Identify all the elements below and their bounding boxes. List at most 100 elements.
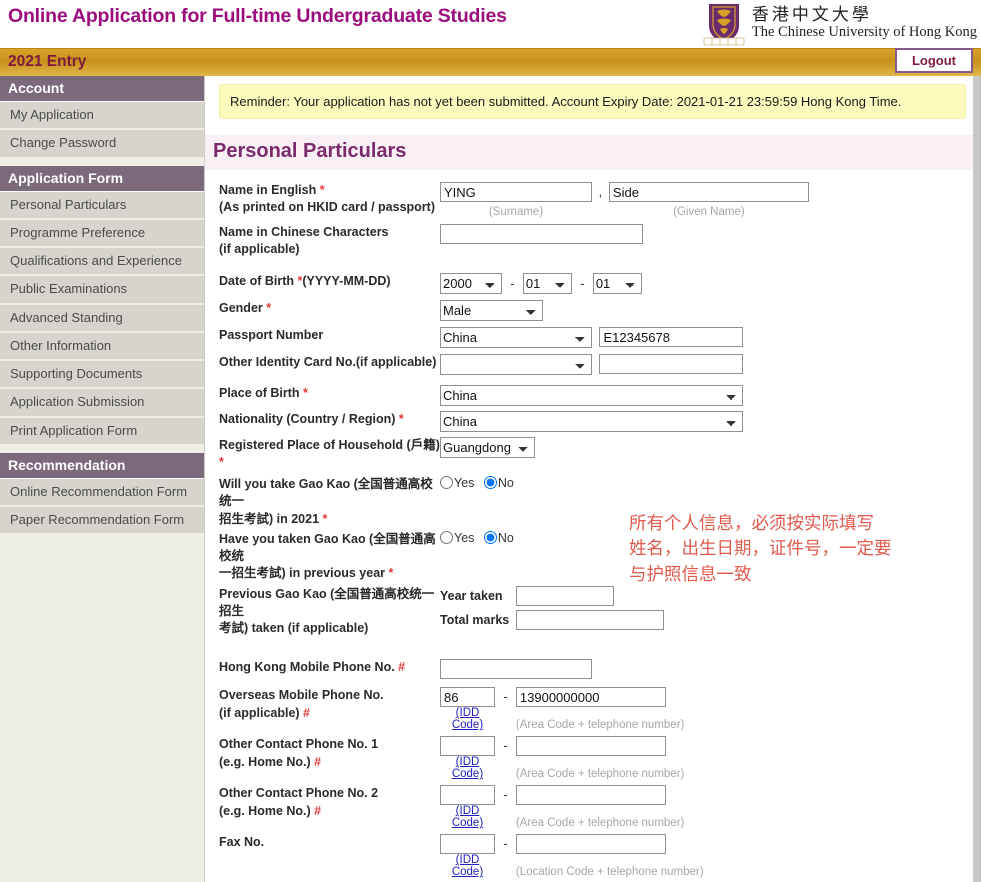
main-content: Reminder: Your application has not yet b…	[205, 76, 981, 882]
passport-country-select[interactable]: China	[440, 326, 592, 348]
field-name-chinese	[440, 224, 980, 244]
other-phone-2-idd-input[interactable]	[440, 785, 495, 806]
surname-input[interactable]	[440, 182, 592, 202]
hk-mobile-input[interactable]	[440, 659, 592, 680]
total-marks-input[interactable]	[516, 609, 665, 630]
gaokao-previous-no-option[interactable]: No	[483, 530, 514, 545]
field-passport: China	[440, 326, 980, 348]
label-dob-text: Date of Birth	[219, 273, 294, 288]
nationality-select[interactable]: China	[440, 410, 743, 432]
sidebar-item-online-recommendation-form[interactable]: Online Recommendation Form	[0, 478, 204, 507]
sidebar-group-account: Account My Application Change Password	[0, 76, 204, 159]
label-overseas-mobile-line2: (if applicable)	[219, 705, 300, 720]
gaokao-2021-yes-label: Yes	[454, 476, 475, 490]
gaokao-previous-yes-option[interactable]: Yes	[440, 530, 474, 545]
other-id-number-input[interactable]	[599, 354, 744, 375]
other-id-country-select[interactable]	[440, 353, 592, 375]
cuhk-logo: 香港中文大學 The Chinese University of Hong Ko…	[703, 2, 977, 46]
sidebar-item-my-application[interactable]: My Application	[0, 102, 204, 131]
sidebar-item-other-information[interactable]: Other Information	[0, 332, 204, 361]
label-total-marks: Total marks	[440, 612, 510, 627]
idd-code-link-fax[interactable]: (IDD Code)	[440, 854, 495, 878]
label-other-phone-1-line1: Other Contact Phone No. 1	[219, 737, 379, 752]
other-phone-2-dash: -	[503, 787, 508, 803]
fax-number-input[interactable]	[515, 834, 666, 855]
field-other-phone-1: - (IDD Code) (Area Code + telephone numb…	[440, 736, 980, 782]
surname-hint: (Surname)	[488, 206, 544, 218]
gaokao-2021-yes-radio[interactable]	[440, 476, 453, 489]
sidebar-item-change-password[interactable]: Change Password	[0, 130, 204, 159]
hash-marker-hk-mobile: #	[394, 660, 406, 675]
field-nationality: China	[440, 410, 980, 432]
field-gaokao-detail: Year taken Total marks	[440, 585, 980, 630]
hash-marker-other-phone-1: #	[310, 754, 322, 769]
label-other-phone-2-line1: Other Contact Phone No. 2	[219, 786, 379, 801]
label-gender: Gender *	[205, 300, 440, 317]
place-of-birth-select[interactable]: China	[440, 384, 743, 406]
idd-code-link-other-2[interactable]: (IDD Code)	[440, 805, 495, 829]
other-phone-2-number-input[interactable]	[515, 785, 666, 806]
overseas-mobile-idd-input[interactable]	[440, 687, 495, 708]
logout-button[interactable]: Logout	[895, 48, 973, 73]
sidebar-item-programme-preference[interactable]: Programme Preference	[0, 219, 204, 248]
given-name-hint: (Given Name)	[673, 206, 745, 218]
other-phone-1-idd-input[interactable]	[440, 736, 495, 757]
other-phone-1-number-input[interactable]	[515, 736, 666, 757]
entry-year-label: 2021 Entry	[8, 53, 87, 70]
name-chinese-input[interactable]	[440, 224, 643, 244]
dob-day-select[interactable]: 01	[592, 272, 642, 294]
passport-number-input[interactable]	[599, 327, 744, 348]
year-taken-input[interactable]	[516, 585, 615, 606]
label-name-english: Name in English * (As printed on HKID ca…	[205, 182, 440, 217]
sidebar-item-supporting-documents[interactable]: Supporting Documents	[0, 361, 204, 390]
field-other-id	[440, 353, 980, 375]
required-marker-pob: *	[299, 385, 308, 400]
dob-dash-1: -	[510, 275, 515, 291]
gaokao-previous-no-radio[interactable]	[483, 530, 497, 544]
label-gaokao-detail-line1: Previous Gao Kao (全国普通高校统一招生	[219, 586, 435, 618]
label-nationality: Nationality (Country / Region) *	[205, 411, 440, 428]
dob-year-select[interactable]: 2000	[440, 272, 502, 294]
label-gaokao-detail: Previous Gao Kao (全国普通高校统一招生 考試) taken (…	[205, 586, 440, 638]
page-root: Online Application for Full-time Undergr…	[0, 0, 981, 882]
label-name-english-line2: (As printed on HKID card / passport)	[219, 200, 435, 215]
label-fax: Fax No.	[219, 835, 265, 850]
field-row-other-phone-1: Other Contact Phone No. 1 (e.g. Home No.…	[205, 736, 980, 782]
sidebar-item-paper-recommendation-form[interactable]: Paper Recommendation Form	[0, 507, 204, 536]
dob-month-select[interactable]: 01	[522, 272, 572, 294]
gaokao-previous-no-label: No	[497, 530, 514, 545]
sidebar-item-personal-particulars[interactable]: Personal Particulars	[0, 191, 204, 220]
gaokao-2021-no-option[interactable]: No	[483, 476, 514, 490]
sidebar-item-advanced-standing[interactable]: Advanced Standing	[0, 304, 204, 333]
fax-number-hint: (Location Code + telephone number)	[515, 866, 704, 879]
sidebar-item-print-application-form[interactable]: Print Application Form	[0, 417, 204, 446]
label-hk-mobile: Hong Kong Mobile Phone No. #	[205, 659, 440, 676]
field-date-of-birth: 2000 - 01 - 01	[440, 272, 980, 294]
sidebar-item-application-submission[interactable]: Application Submission	[0, 389, 204, 418]
sidebar-item-qualifications-and-experience[interactable]: Qualifications and Experience	[0, 248, 204, 277]
gaokao-previous-yes-radio[interactable]	[440, 530, 453, 544]
gender-select[interactable]: Male	[440, 299, 543, 321]
given-name-input[interactable]	[608, 182, 809, 202]
gaokao-2021-no-radio[interactable]	[483, 476, 497, 489]
cuhk-crest-icon	[703, 4, 745, 46]
idd-code-link-overseas[interactable]: (IDD Code)	[440, 707, 495, 731]
name-separator: ,	[598, 184, 603, 200]
overseas-mobile-number-input[interactable]	[515, 687, 666, 708]
label-other-phone-1-line2: (e.g. Home No.)	[219, 754, 311, 769]
fax-idd-input[interactable]	[440, 834, 495, 855]
field-gaokao-previous: Yes No	[440, 530, 980, 545]
field-row-other-id: Other Identity Card No.(if applicable)	[205, 353, 980, 375]
entry-bar: 2021 Entry Logout	[0, 48, 981, 76]
gaokao-2021-yes-option[interactable]: Yes	[440, 476, 474, 490]
label-name-chinese-line1: Name in Chinese Characters	[219, 225, 389, 239]
household-select[interactable]: Guangdong	[440, 436, 535, 458]
label-other-phone-1: Other Contact Phone No. 1 (e.g. Home No.…	[205, 736, 440, 771]
sidebar-item-public-examinations[interactable]: Public Examinations	[0, 276, 204, 305]
sidebar-header-account: Account	[0, 76, 204, 102]
label-other-id: Other Identity Card No.(if applicable)	[219, 354, 437, 369]
label-passport: Passport Number	[219, 327, 324, 342]
field-row-date-of-birth: Date of Birth *(YYYY-MM-DD) 2000 - 01 - …	[205, 272, 980, 294]
label-household-text: Registered Place of Household (戶籍)	[219, 437, 440, 452]
idd-code-link-other-1[interactable]: (IDD Code)	[440, 756, 495, 780]
